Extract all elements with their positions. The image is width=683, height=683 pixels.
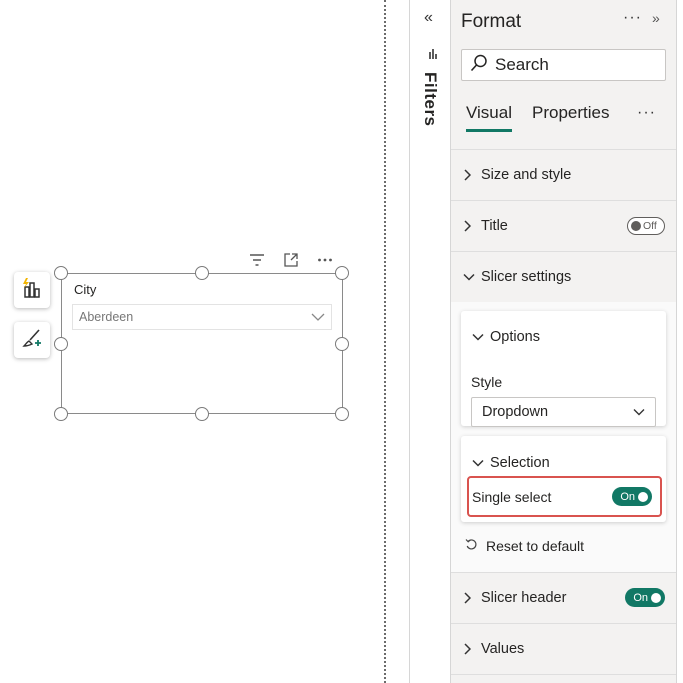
- resize-handle[interactable]: [54, 407, 68, 421]
- toggle-label: On: [620, 490, 635, 503]
- resize-handle[interactable]: [54, 266, 68, 280]
- reset-label: Reset to default: [486, 538, 585, 554]
- format-pane-more-button[interactable]: ···: [623, 9, 642, 27]
- style-label: Style: [471, 374, 503, 390]
- more-options-icon[interactable]: [316, 251, 334, 269]
- section-label: Values: [481, 640, 525, 657]
- tab-properties[interactable]: Properties: [532, 103, 609, 129]
- chevron-right-icon: [463, 219, 477, 232]
- section-label: Title: [481, 217, 508, 234]
- format-pane-title: Format: [461, 11, 522, 32]
- report-canvas[interactable]: City Aberdeen: [0, 0, 384, 683]
- visual-header: [248, 251, 334, 269]
- section-size-and-style[interactable]: Size and style: [451, 149, 677, 199]
- resize-handle[interactable]: [195, 266, 209, 280]
- collapse-filters-button[interactable]: «: [424, 9, 433, 27]
- tab-visual[interactable]: Visual: [466, 103, 512, 132]
- format-pane: Format ··· » Search Visual Properties ··…: [450, 0, 677, 683]
- options-card: Options Style Dropdown: [461, 311, 666, 427]
- resize-handle[interactable]: [335, 266, 349, 280]
- toggle-label: On: [633, 591, 648, 604]
- reset-to-default-button[interactable]: Reset to default: [465, 538, 584, 554]
- city-slicer-visual[interactable]: City Aberdeen: [61, 273, 343, 414]
- resize-handle[interactable]: [335, 337, 349, 351]
- section-values[interactable]: Values: [451, 623, 677, 673]
- selection-label: Selection: [490, 455, 550, 471]
- slicer-header-toggle[interactable]: On: [625, 588, 665, 607]
- filters-label[interactable]: Filters: [420, 72, 440, 127]
- format-visual-icon: [20, 326, 44, 355]
- canvas-boundary: [384, 0, 386, 683]
- section-title[interactable]: Title Off: [451, 200, 677, 250]
- resize-handle[interactable]: [195, 407, 209, 421]
- reset-icon: [465, 538, 478, 554]
- format-pane-expand-button[interactable]: »: [652, 10, 660, 26]
- options-label: Options: [490, 329, 540, 345]
- resize-handle[interactable]: [335, 407, 349, 421]
- chevron-down-icon: [472, 329, 484, 345]
- style-dropdown-value: Dropdown: [482, 404, 549, 420]
- filter-icon[interactable]: [248, 251, 266, 269]
- title-toggle[interactable]: Off: [627, 216, 665, 235]
- focus-mode-icon[interactable]: [282, 251, 300, 269]
- build-visual-button[interactable]: [14, 272, 50, 308]
- toggle-knob: [651, 592, 661, 603]
- resize-handle[interactable]: [54, 337, 68, 351]
- search-placeholder: Search: [495, 55, 549, 74]
- section-label: Slicer header: [481, 589, 567, 606]
- slicer-selected-value: Aberdeen: [79, 310, 134, 324]
- format-tabs: Visual Properties: [466, 103, 609, 132]
- format-visual-button[interactable]: [14, 322, 50, 358]
- style-dropdown[interactable]: Dropdown: [471, 397, 656, 427]
- tabs-more-button[interactable]: ···: [637, 104, 656, 122]
- build-visual-icon: [20, 276, 44, 305]
- toggle-knob: [638, 491, 648, 502]
- chevron-right-icon: [463, 168, 477, 181]
- slicer-settings-body: Options Style Dropdown Selection Single …: [451, 302, 677, 572]
- single-select-row: Single select On: [467, 476, 662, 517]
- chevron-down-icon: [463, 273, 477, 281]
- chevron-down-icon: [633, 404, 645, 420]
- search-icon: [470, 54, 488, 77]
- toggle-knob: [631, 220, 641, 231]
- single-select-label: Single select: [472, 488, 552, 505]
- chevron-right-icon: [463, 642, 477, 655]
- slicer-title: City: [74, 282, 97, 297]
- search-input[interactable]: Search: [461, 49, 666, 81]
- filters-pane-icon: [428, 47, 438, 65]
- section-label: Slicer settings: [481, 268, 572, 285]
- section-next: [451, 674, 677, 683]
- section-slicer-header[interactable]: Slicer header On: [451, 572, 677, 622]
- chevron-down-icon: [472, 455, 484, 471]
- visual-tools: [14, 272, 52, 372]
- toggle-label: Off: [643, 219, 657, 232]
- filters-pane-collapsed[interactable]: « Filters: [409, 0, 450, 683]
- chevron-right-icon: [463, 591, 477, 604]
- right-pane-edge: [676, 0, 683, 683]
- selection-header[interactable]: Selection: [472, 455, 550, 471]
- selection-card: Selection Single select On: [461, 436, 666, 522]
- chevron-down-icon: [311, 310, 325, 324]
- options-header[interactable]: Options: [472, 329, 540, 345]
- section-label: Size and style: [481, 166, 572, 183]
- single-select-toggle[interactable]: On: [612, 487, 652, 506]
- slicer-dropdown[interactable]: Aberdeen: [72, 304, 332, 330]
- section-slicer-settings[interactable]: Slicer settings: [451, 251, 677, 301]
